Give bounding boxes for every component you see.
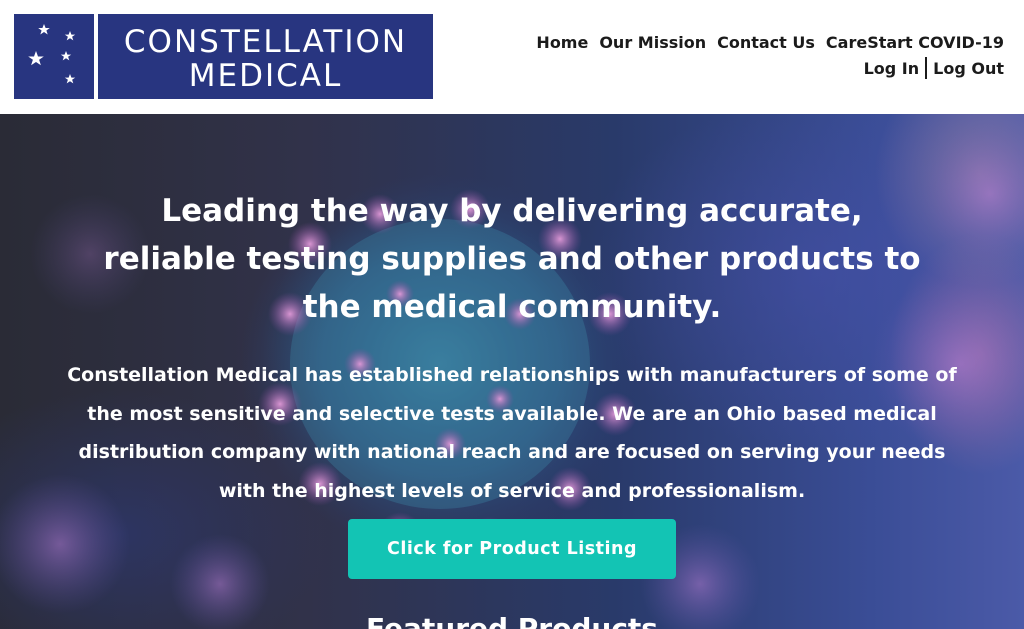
logo-line-1: CONSTELLATION (123, 24, 408, 60)
product-listing-button[interactable]: Click for Product Listing (348, 519, 676, 579)
logout-link[interactable]: Log Out (933, 59, 1004, 78)
login-link[interactable]: Log In (864, 59, 920, 78)
nav-carestart-covid-link[interactable]: CareStart COVID-19 (826, 33, 1004, 52)
nav-contact-us-link[interactable]: Contact Us (717, 33, 815, 52)
auth-divider (925, 57, 928, 79)
site-header: CONSTELLATION MEDICAL Home Our Mission C… (0, 0, 1024, 114)
stars-icon (28, 24, 76, 84)
main-nav: Home Our Mission Contact Us CareStart CO… (536, 33, 1004, 52)
featured-products-heading: Featured Products (366, 612, 658, 629)
nav-home-link[interactable]: Home (536, 33, 588, 52)
constellation-medical-logo[interactable]: CONSTELLATION MEDICAL (14, 14, 433, 99)
hero-description: Constellation Medical has established re… (67, 364, 957, 502)
hero-section: Leading the way by delivering accurate, … (0, 114, 1024, 629)
nav-our-mission-link[interactable]: Our Mission (599, 33, 706, 52)
logo-wordmark: CONSTELLATION MEDICAL (98, 14, 433, 99)
hero-title: Leading the way by delivering accurate, … (103, 192, 921, 325)
logo-line-2: MEDICAL (188, 58, 343, 94)
auth-links: Log In Log Out (864, 57, 1004, 79)
